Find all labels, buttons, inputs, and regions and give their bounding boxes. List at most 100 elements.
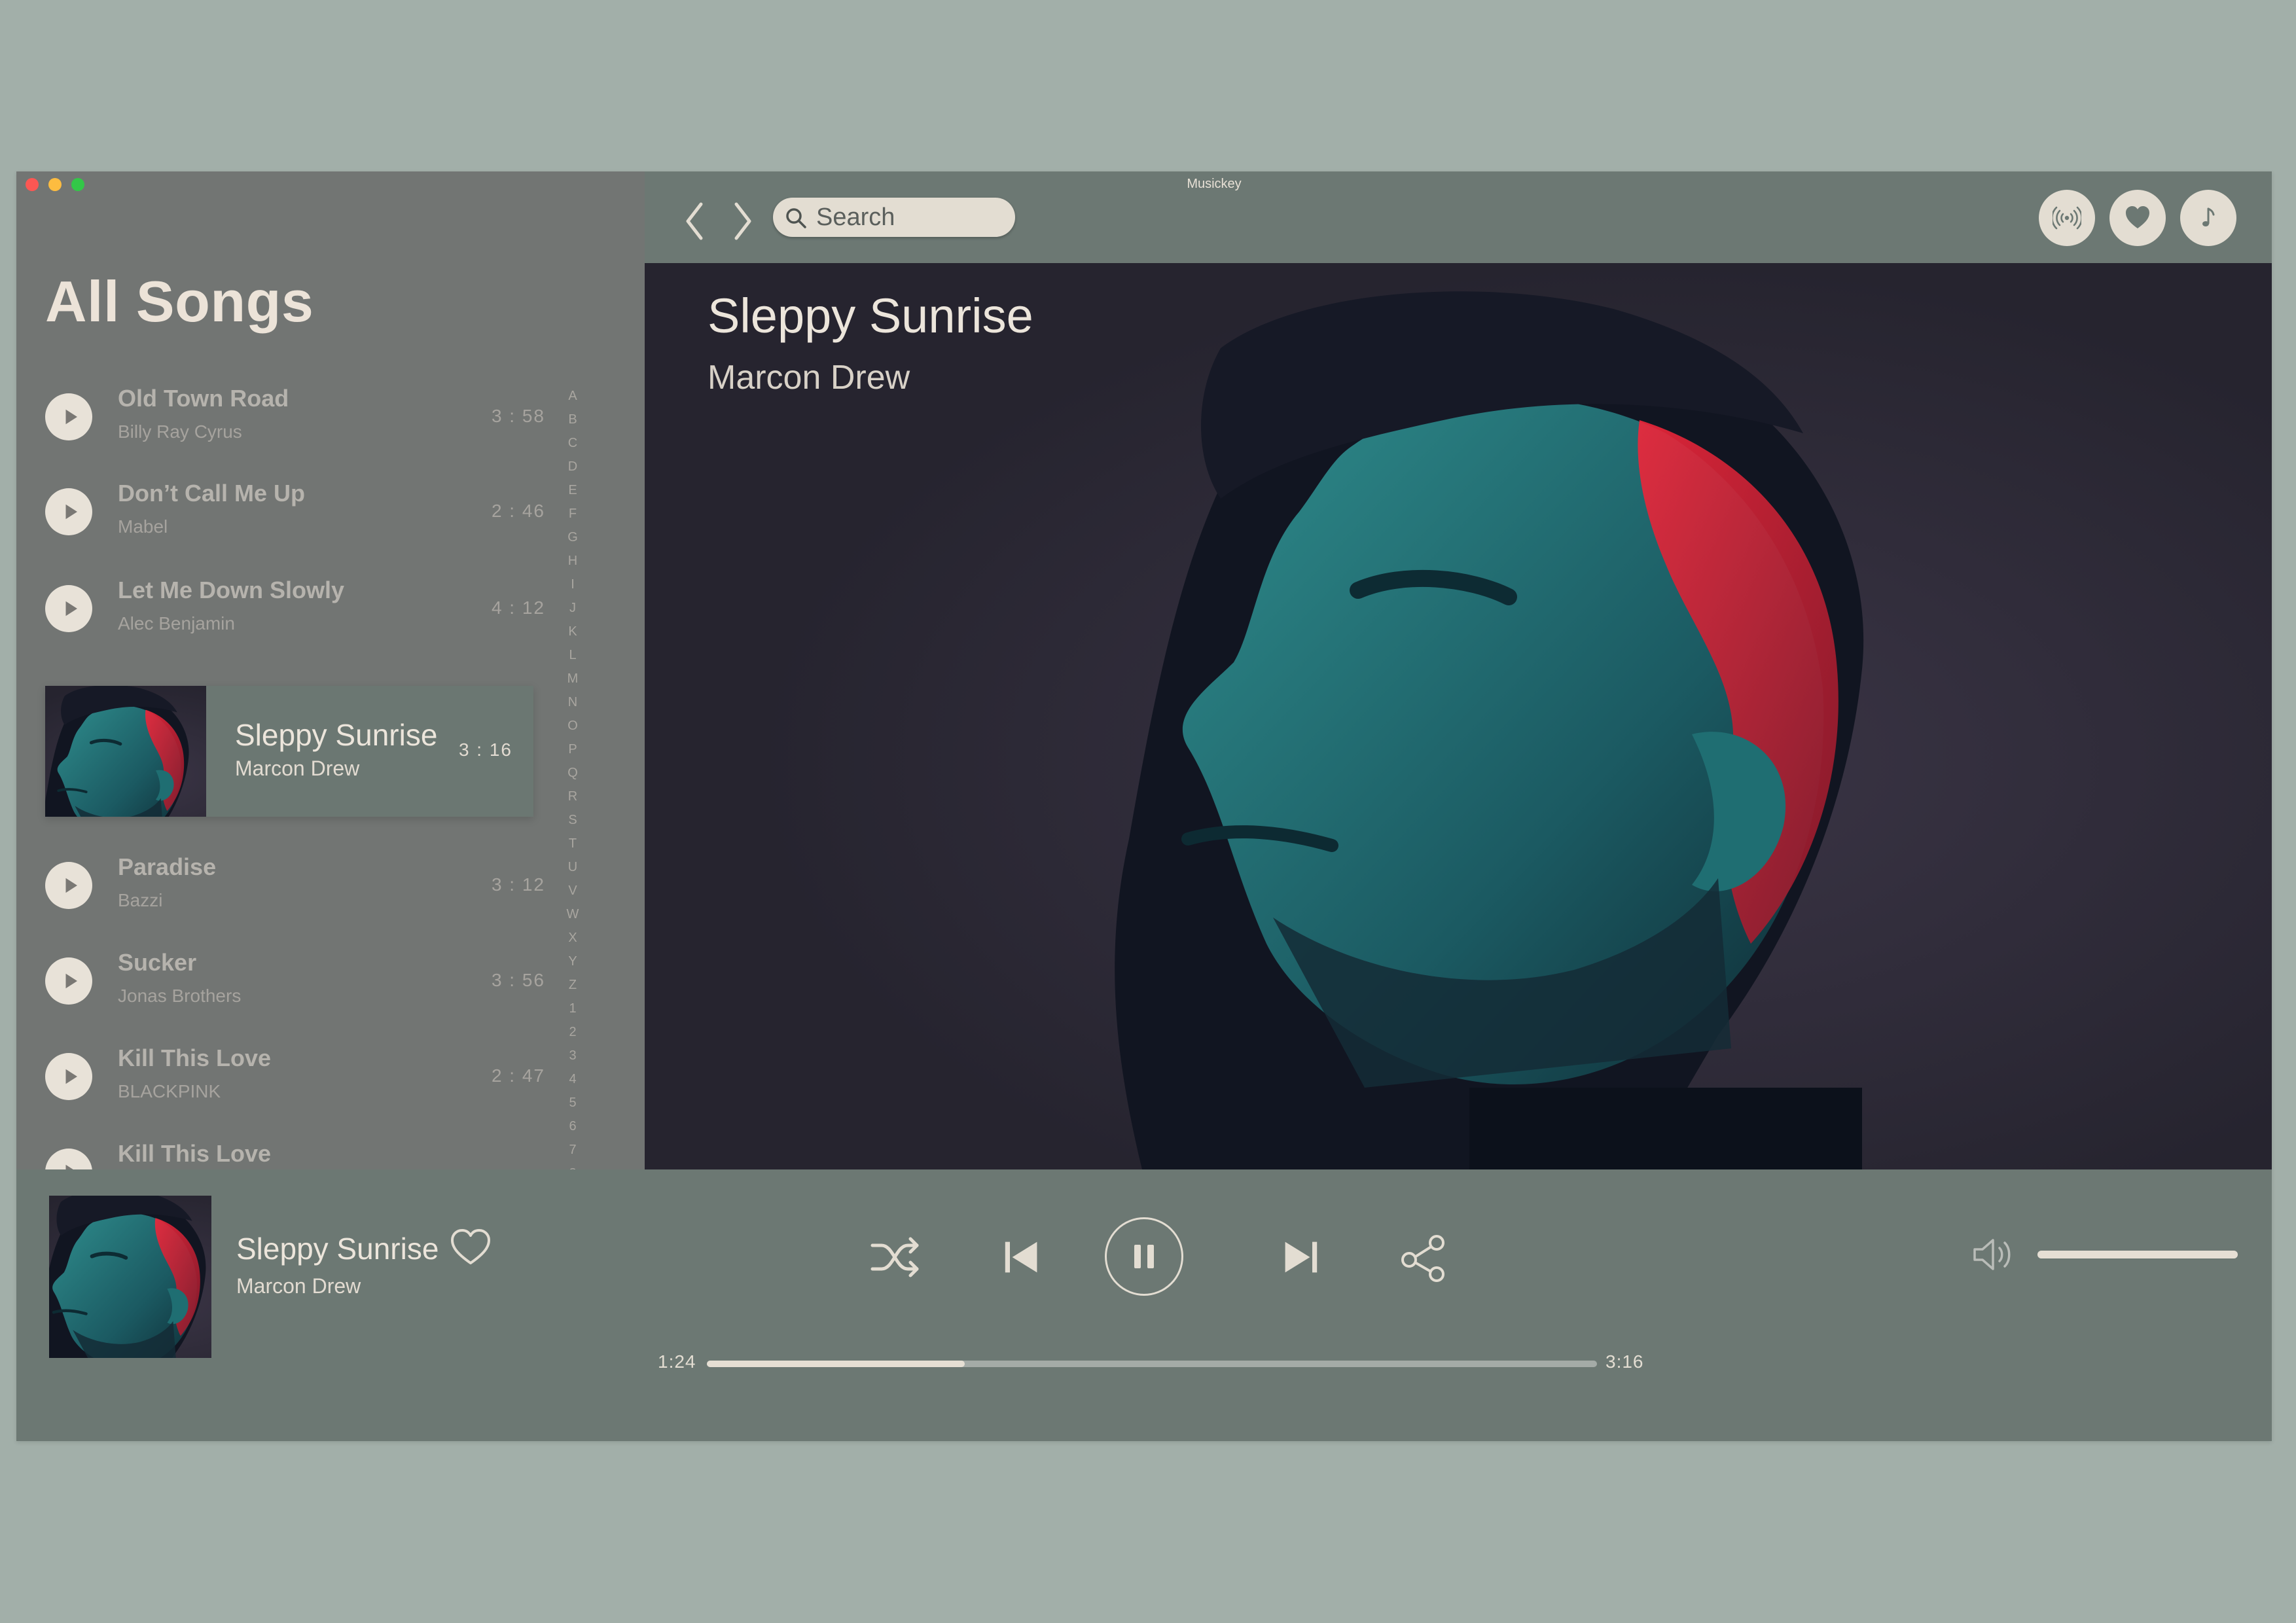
alphabet-index-letter[interactable]: Q [567, 761, 578, 785]
alphabet-index-letter[interactable]: H [568, 549, 577, 573]
song-duration: 3 : 58 [491, 406, 545, 426]
alphabet-index-letter[interactable]: 7 [569, 1138, 576, 1162]
selected-song-row[interactable]: Sleppy Sunrise Marcon Drew 3 : 16 [45, 686, 533, 817]
selected-song-title: Sleppy Sunrise [235, 718, 438, 752]
shuffle-icon [870, 1237, 919, 1277]
alphabet-index-letter[interactable]: J [569, 596, 576, 620]
alphabet-index-letter[interactable]: B [568, 408, 577, 431]
play-button[interactable] [45, 585, 92, 632]
alphabet-index-letter[interactable]: Z [569, 973, 577, 997]
song-title: Kill This Love [118, 1044, 272, 1071]
progress-bar[interactable] [707, 1361, 1597, 1367]
alphabet-index-letter[interactable]: V [568, 879, 577, 902]
now-playing-title: Sleppy Sunrise [236, 1232, 439, 1266]
search-bar[interactable] [773, 198, 1015, 237]
zoom-window-button[interactable] [71, 178, 84, 191]
selected-song-duration: 3 : 16 [458, 740, 512, 760]
song-row[interactable]: Old Town Road Billy Ray Cyrus 3 : 58 [16, 374, 579, 459]
alphabet-index-letter[interactable]: 4 [569, 1067, 576, 1091]
song-artist: Alec Benjamin [118, 613, 235, 633]
song-title: Kill This Love [118, 1140, 272, 1167]
alphabet-index-letter[interactable]: 6 [569, 1115, 576, 1138]
alphabet-index-letter[interactable]: N [568, 690, 577, 714]
alphabet-index-letter[interactable]: 1 [569, 997, 576, 1020]
alphabet-index-letter[interactable]: F [569, 502, 577, 526]
alphabet-index-letter[interactable]: G [567, 526, 578, 549]
song-artist: Bazzi [118, 890, 163, 910]
next-button[interactable] [1274, 1231, 1327, 1283]
volume-slider[interactable] [2037, 1251, 2238, 1258]
artist-portrait [645, 263, 2272, 1169]
alphabet-index-letter[interactable]: L [569, 643, 576, 667]
song-row[interactable]: Kill This Love [16, 1130, 579, 1169]
alphabet-index-letter[interactable]: U [568, 855, 577, 879]
volume-fill [2037, 1251, 2238, 1258]
pause-icon [1134, 1245, 1154, 1268]
minimize-window-button[interactable] [48, 178, 62, 191]
previous-button[interactable] [996, 1231, 1048, 1283]
close-window-button[interactable] [26, 178, 39, 191]
song-title: Old Town Road [118, 385, 289, 412]
play-button[interactable] [45, 957, 92, 1005]
player-bar: Sleppy Sunrise Marcon Drew 1:24 3:16 [16, 1169, 2272, 1441]
song-row[interactable]: Kill This Love BLACKPINK 2 : 47 [16, 1034, 579, 1119]
alphabet-index-letter[interactable]: 2 [569, 1020, 576, 1044]
app-window: All Songs Old Town Road Billy Ray Cyrus … [16, 171, 2272, 1441]
forward-button[interactable] [726, 199, 760, 243]
alphabet-index-letter[interactable]: A [568, 384, 577, 408]
alphabet-index-letter[interactable]: S [568, 808, 577, 832]
alphabet-index-letter[interactable]: I [571, 573, 575, 596]
search-input[interactable] [816, 198, 1006, 237]
alphabet-index-letter[interactable]: R [568, 785, 577, 808]
alphabet-index-letter[interactable]: K [568, 620, 577, 643]
alphabet-index-letter[interactable]: O [567, 714, 578, 738]
alphabet-index-letter[interactable]: D [568, 455, 577, 478]
heart-outline-icon [451, 1229, 490, 1264]
share-icon [1401, 1235, 1444, 1282]
broadcast-button[interactable] [2039, 190, 2095, 246]
toolbar [645, 171, 2272, 263]
broadcast-icon [2053, 206, 2081, 230]
song-row[interactable]: Paradise Bazzi 3 : 12 [16, 843, 579, 928]
chevron-right-icon [734, 202, 751, 240]
song-row[interactable]: Sucker Jonas Brothers 3 : 56 [16, 938, 579, 1024]
play-button[interactable] [45, 393, 92, 440]
alphabet-index-letter[interactable]: 3 [569, 1044, 576, 1067]
progress-fill [707, 1361, 965, 1367]
alphabet-index-letter[interactable]: 8 [569, 1162, 576, 1169]
alphabet-index[interactable]: ABCDEFGHIJKLMNOPQRSTUVWXYZ12345678 [560, 384, 586, 1169]
alphabet-index-letter[interactable]: C [568, 431, 577, 455]
play-button[interactable] [45, 862, 92, 909]
favorites-button[interactable] [2109, 190, 2166, 246]
alphabet-index-letter[interactable]: W [567, 902, 579, 926]
window-title: Musickey [1187, 177, 1242, 191]
song-row[interactable]: Let Me Down Slowly Alec Benjamin 4 : 12 [16, 566, 579, 651]
pause-button[interactable] [1105, 1217, 1183, 1296]
play-icon [65, 1164, 73, 1169]
alphabet-index-letter[interactable]: M [567, 667, 579, 690]
volume-icon[interactable] [1971, 1235, 2017, 1274]
play-button[interactable] [45, 1149, 92, 1169]
selected-song-artist: Marcon Drew [235, 757, 360, 780]
music-button[interactable] [2180, 190, 2236, 246]
alphabet-index-letter[interactable]: P [568, 738, 577, 761]
play-button[interactable] [45, 1053, 92, 1100]
like-button[interactable] [447, 1223, 494, 1270]
alphabet-index-letter[interactable]: Y [568, 950, 577, 973]
play-button[interactable] [45, 488, 92, 535]
chevron-left-icon [686, 202, 703, 240]
play-icon [65, 1069, 77, 1084]
song-title: Let Me Down Slowly [118, 577, 345, 603]
song-row[interactable]: Don’t Call Me Up Mabel 2 : 46 [16, 469, 579, 554]
song-duration: 3 : 56 [491, 970, 545, 990]
alphabet-index-letter[interactable]: 5 [569, 1091, 576, 1115]
elapsed-time: 1:24 [658, 1351, 696, 1372]
back-button[interactable] [677, 199, 711, 243]
shuffle-button[interactable] [867, 1230, 922, 1285]
alphabet-index-letter[interactable]: X [568, 926, 577, 950]
alphabet-index-letter[interactable]: T [569, 832, 577, 855]
song-artist: Jonas Brothers [118, 986, 242, 1006]
alphabet-index-letter[interactable]: E [568, 478, 577, 502]
play-icon [65, 878, 77, 893]
share-button[interactable] [1396, 1230, 1451, 1285]
